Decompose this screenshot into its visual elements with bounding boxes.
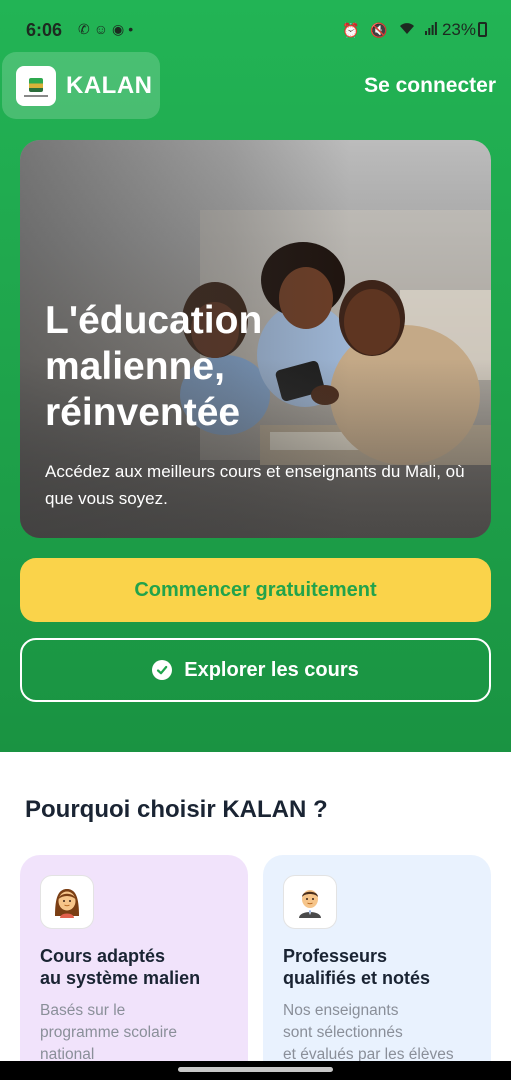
system-icons: ⏰ 🔇 23%	[336, 20, 487, 40]
battery-level: 23%	[441, 20, 476, 39]
signin-link[interactable]: Se connecter	[364, 74, 496, 98]
hero-card: L'éducation malienne, réinventée Accédez…	[20, 140, 491, 538]
why-section-title: Pourquoi choisir KALAN ?	[25, 796, 328, 823]
mute-icon: 🔇	[370, 22, 388, 38]
check-circle-icon	[152, 660, 173, 680]
logo-mark	[29, 78, 43, 92]
notification-icons: ✆☺◉•	[78, 21, 137, 38]
status-time: 6:06	[26, 20, 63, 40]
explore-courses-label: Explorer les cours	[184, 658, 359, 681]
feature-card-adapted-courses[interactable]: Cours adaptés au système malien Basés su…	[20, 855, 248, 1080]
hero-subtitle: Accédez aux meilleurs cours et enseignan…	[45, 462, 465, 508]
teacher-emoji-icon	[283, 875, 337, 929]
explore-courses-button[interactable]: Explorer les cours	[20, 638, 491, 702]
whatsapp-icon: ✆	[78, 21, 94, 37]
woman-emoji-icon	[40, 875, 94, 929]
home-gesture-handle[interactable]	[178, 1067, 333, 1072]
alarm-icon: ⏰	[342, 22, 360, 38]
snapchat-icon: ☺	[93, 21, 113, 37]
brand-logo-chip[interactable]: KALAN	[2, 52, 160, 119]
status-bar: 6:06 ✆☺◉• ⏰ 🔇 23%	[0, 0, 511, 46]
start-free-button[interactable]: Commencer gratuitement	[20, 558, 491, 622]
dot-icon: •	[128, 21, 138, 37]
brand-name: KALAN	[66, 72, 153, 99]
kalan-logo-icon	[16, 66, 56, 106]
start-free-label: Commencer gratuitement	[134, 578, 377, 601]
wifi-icon	[399, 22, 415, 38]
feature-card-qualified-teachers[interactable]: Professeurs qualifiés et notés Nos ensei…	[263, 855, 491, 1080]
hero-title: L'éducation malienne, réinventée	[45, 299, 263, 434]
feature-description: Nos enseignants sont sélectionnés et éva…	[283, 1002, 454, 1063]
battery-icon	[478, 22, 487, 37]
feature-description: Basés sur le programme scolaire national	[40, 1002, 177, 1063]
feature-title: Professeurs qualifiés et notés	[283, 946, 431, 988]
feature-title: Cours adaptés au système malien	[40, 946, 201, 988]
spotify-icon: ◉	[112, 21, 129, 37]
signal-icon	[425, 22, 438, 38]
logo-underline	[24, 95, 48, 97]
